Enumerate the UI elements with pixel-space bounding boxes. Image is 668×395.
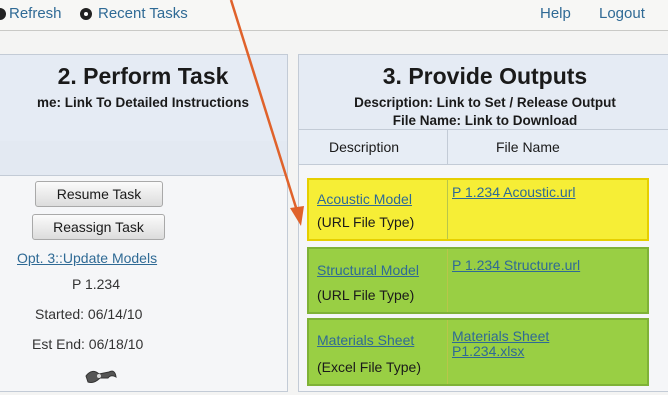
output-row-materials: Materials Sheet (Excel File Type) Materi… — [307, 318, 649, 386]
structural-model-link[interactable]: Structural Model — [317, 262, 419, 278]
perform-task-title: 2. Perform Task — [57, 63, 229, 89]
started-date: Started: 06/14/10 — [35, 306, 143, 322]
materials-file-link[interactable]: Materials Sheet P1.234.xlsx — [452, 329, 562, 359]
output-description-cell: Acoustic Model (URL File Type) — [309, 180, 448, 239]
recent-tasks-radio-icon[interactable] — [80, 8, 92, 20]
perform-task-band — [0, 141, 287, 176]
output-row-structural: Structural Model (URL File Type) P 1.234… — [307, 247, 649, 314]
logout-link[interactable]: Logout — [599, 5, 645, 22]
reassign-task-button[interactable]: Reassign Task — [32, 214, 165, 240]
refresh-link[interactable]: Refresh — [9, 5, 62, 22]
file-type-label: (Excel File Type) — [317, 359, 421, 375]
perform-task-header: 2. Perform Task me: Link To Detailed Ins… — [0, 55, 287, 142]
output-file-cell: Materials Sheet P1.234.xlsx — [448, 320, 647, 384]
output-row-acoustic: Acoustic Model (URL File Type) P 1.234 A… — [307, 178, 649, 241]
output-description-cell: Structural Model (URL File Type) — [309, 249, 448, 312]
structural-file-link[interactable]: P 1.234 Structure.url — [452, 258, 580, 273]
output-description-cell: Materials Sheet (Excel File Type) — [309, 320, 448, 384]
column-divider — [447, 130, 448, 164]
column-description: Description — [329, 139, 400, 155]
file-type-label: (URL File Type) — [317, 287, 415, 303]
materials-sheet-link[interactable]: Materials Sheet — [317, 332, 414, 348]
acoustic-file-link[interactable]: P 1.234 Acoustic.url — [452, 185, 575, 200]
provide-outputs-title: 3. Provide Outputs — [382, 63, 588, 89]
outputs-column-header: Description File Name — [299, 130, 668, 165]
help-link[interactable]: Help — [540, 5, 571, 22]
tool-icon[interactable] — [84, 364, 118, 386]
output-file-cell: P 1.234 Acoustic.url — [448, 180, 647, 239]
perform-task-subtitle: me: Link To Detailed Instructions — [36, 95, 250, 110]
est-end-date: Est End: 06/18/10 — [32, 336, 144, 352]
file-type-label: (URL File Type) — [317, 214, 415, 230]
provide-outputs-subtitle-2: File Name: Link to Download — [392, 113, 578, 128]
output-file-cell: P 1.234 Structure.url — [448, 249, 647, 312]
top-toolbar: Refresh Recent Tasks Help Logout — [0, 0, 668, 31]
acoustic-model-link[interactable]: Acoustic Model — [317, 191, 412, 207]
provide-outputs-subtitle-1: Description: Link to Set / Release Outpu… — [354, 95, 616, 110]
task-id: P 1.234 — [72, 276, 121, 292]
refresh-bullet-icon — [0, 8, 6, 20]
update-models-link[interactable]: Opt. 3::Update Models — [17, 250, 157, 266]
recent-tasks-link[interactable]: Recent Tasks — [98, 5, 188, 22]
provide-outputs-header: 3. Provide Outputs Description: Link to … — [299, 55, 668, 130]
column-file-name: File Name — [496, 139, 560, 155]
resume-task-button[interactable]: Resume Task — [35, 181, 163, 207]
